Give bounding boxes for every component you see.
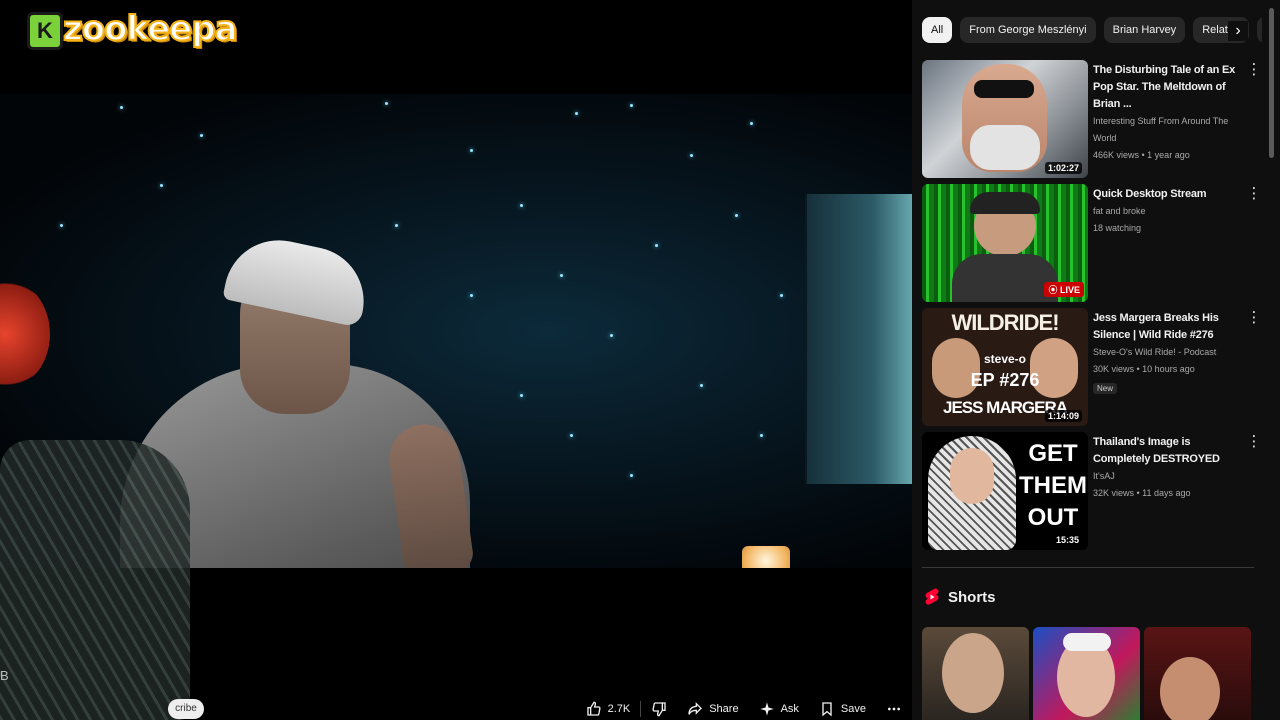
thumb-beard: [970, 125, 1040, 170]
recommendation-item[interactable]: 1:02:27 The Disturbing Tale of an Ex Pop…: [922, 60, 1262, 178]
video-meta: The Disturbing Tale of an Ex Pop Star. T…: [1093, 62, 1243, 164]
video-stats: 18 watching: [1093, 223, 1142, 233]
ask-button[interactable]: Ask: [749, 698, 809, 720]
save-label: Save: [840, 703, 866, 715]
thumb-title-wildride: WILDRIDE!: [951, 310, 1059, 335]
more-icon: [888, 707, 900, 711]
video-stats: 30K views • 10 hours ago: [1093, 364, 1195, 374]
chevron-right-icon[interactable]: ›: [1228, 21, 1248, 41]
candle: [742, 546, 790, 568]
video-meta: Jess Margera Breaks His Silence | Wild R…: [1093, 310, 1243, 396]
related-sidebar: All From George Meszlényi Brian Harvey R…: [912, 0, 1280, 720]
thumb-text-line1: GET: [1028, 440, 1078, 467]
video-title[interactable]: Jess Margera Breaks His Silence | Wild R…: [1093, 310, 1243, 344]
kebab-icon[interactable]: ⋮: [1246, 60, 1262, 80]
short-face: [1160, 657, 1220, 720]
chip-all[interactable]: All: [922, 17, 953, 43]
video-meta: Thailand's Image is Completely DESTROYED…: [1093, 434, 1243, 502]
recommendation-item[interactable]: ⦿ LIVE Quick Desktop Stream fat and brok…: [922, 184, 1262, 302]
like-button[interactable]: 2.7K: [576, 698, 641, 720]
shorts-title: Shorts: [948, 588, 996, 606]
live-badge: ⦿ LIVE: [1044, 282, 1084, 297]
share-button[interactable]: Share: [677, 698, 748, 720]
video-stats: 466K views • 1 year ago: [1093, 150, 1190, 160]
video-duration: 15:35: [1052, 534, 1082, 546]
thumb-sunglasses: [974, 80, 1034, 98]
filter-chips: All From George Meszlényi Brian Harvey R…: [922, 17, 1262, 43]
shorts-shelf: [922, 627, 1252, 720]
thumb-episode: EP #276: [970, 370, 1040, 390]
more-actions-button[interactable]: [876, 698, 912, 720]
live-label: LIVE: [1059, 285, 1080, 295]
thumb-shirt: [952, 254, 1058, 302]
channel-name-fragment: B: [0, 668, 9, 683]
thumb-text-line3: OUT: [1027, 504, 1079, 531]
chip-from-channel[interactable]: From George Meszlényi: [960, 17, 1096, 43]
section-divider: [922, 567, 1254, 568]
video-thumbnail[interactable]: WILDRIDE! steve-o EP #276 JESS MARGERA 1…: [922, 308, 1088, 426]
short-thumbnail[interactable]: [1033, 627, 1140, 720]
thumb-text-line2: THEM: [1019, 472, 1087, 499]
streamer-chair-overlay: [0, 440, 190, 720]
kebab-icon[interactable]: ⋮: [1246, 308, 1262, 328]
recommendation-item[interactable]: WILDRIDE! steve-o EP #276 JESS MARGERA 1…: [922, 308, 1262, 426]
channel-name[interactable]: Interesting Stuff From Around The World: [1093, 113, 1243, 147]
video-actions-bar: 2.7K Share Ask Save: [576, 698, 912, 720]
logo-k-icon: K: [27, 12, 63, 50]
save-button[interactable]: Save: [809, 698, 876, 720]
thumb-face: [950, 448, 994, 504]
chip-partial[interactable]: R: [1257, 17, 1262, 43]
dislike-button[interactable]: [641, 698, 677, 720]
recommendation-item[interactable]: GET THEM OUT 15:35 Thailand's Image is C…: [922, 432, 1262, 550]
short-thumbnail[interactable]: [1144, 627, 1251, 720]
video-title[interactable]: Quick Desktop Stream: [1093, 186, 1243, 203]
channel-name[interactable]: It'sAJ: [1093, 468, 1243, 485]
ask-label: Ask: [780, 703, 799, 715]
subscribe-button[interactable]: cribe: [168, 699, 204, 719]
thumb-host: steve-o: [983, 352, 1027, 366]
video-stats: 32K views • 11 days ago: [1093, 488, 1191, 498]
shorts-header: Shorts: [924, 588, 996, 606]
save-icon: [822, 702, 832, 717]
like-icon: [586, 701, 601, 716]
shorts-icon: [925, 588, 939, 605]
video-thumbnail[interactable]: GET THEM OUT 15:35: [922, 432, 1088, 550]
kebab-icon[interactable]: ⋮: [1246, 432, 1262, 452]
video-title[interactable]: Thailand's Image is Completely DESTROYED: [1093, 434, 1243, 468]
video-title[interactable]: The Disturbing Tale of an Ex Pop Star. T…: [1093, 62, 1243, 113]
video-duration: 1:02:27: [1044, 162, 1082, 174]
video-thumbnail[interactable]: 1:02:27: [922, 60, 1088, 178]
short-thumbnail[interactable]: [922, 627, 1029, 720]
share-icon: [688, 702, 703, 715]
zookeepa-logo: K zookeepa: [21, 6, 261, 52]
kebab-icon[interactable]: ⋮: [1246, 184, 1262, 204]
dislike-icon: [652, 702, 666, 717]
new-badge: New: [1093, 383, 1118, 394]
background-monitor: [805, 194, 912, 484]
like-count: 2.7K: [607, 703, 631, 715]
share-label: Share: [709, 703, 739, 715]
video-player[interactable]: K zookeepa B cribe 2.7K Share Ask Save: [0, 0, 912, 720]
video-duration: 1:14:09: [1044, 410, 1082, 422]
chip-brian-harvey[interactable]: Brian Harvey: [1103, 17, 1186, 43]
short-face: [942, 633, 1004, 713]
channel-name[interactable]: Steve-O's Wild Ride! - Podcast: [1093, 344, 1243, 361]
channel-name[interactable]: fat and broke: [1093, 203, 1243, 220]
video-thumbnail[interactable]: ⦿ LIVE: [922, 184, 1088, 302]
ask-sparkle-icon: [759, 702, 774, 716]
thumb-beanie: [970, 192, 1040, 214]
logo-text: zookeepa: [62, 8, 239, 50]
short-hair: [1063, 633, 1111, 651]
sidebar-scrollbar[interactable]: [1269, 8, 1274, 158]
video-meta: Quick Desktop Stream fat and broke 18 wa…: [1093, 186, 1243, 237]
